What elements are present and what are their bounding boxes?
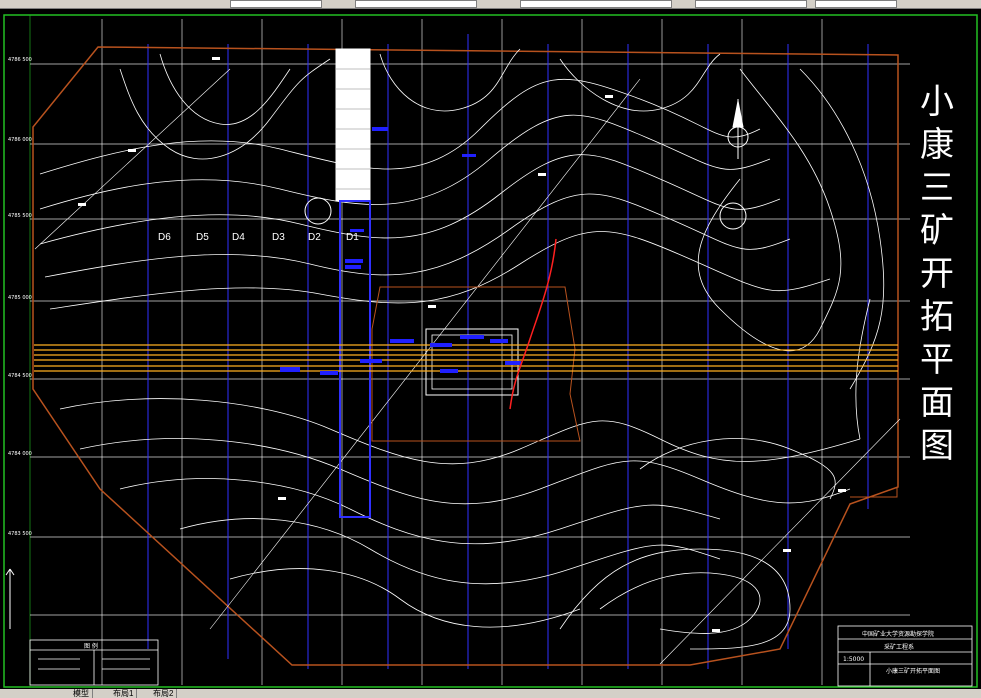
north-arrow-icon xyxy=(727,99,749,159)
y-coord-4: 4785 000 xyxy=(8,295,32,301)
toolbar xyxy=(0,0,981,9)
title-block-org: 中国矿业大学资源勘探学院 xyxy=(862,630,934,638)
seam-band xyxy=(34,344,898,372)
section-label-d1: D1 xyxy=(346,232,359,243)
title-char: 面 xyxy=(920,383,954,423)
y-coord-6: 4784 000 xyxy=(8,451,32,457)
fault-line xyxy=(509,238,557,410)
title-char: 开 xyxy=(920,254,954,294)
roadways xyxy=(280,127,521,375)
y-coord-2: 4786 000 xyxy=(8,137,32,143)
title-char: 康 xyxy=(920,125,954,165)
grid-horizontal xyxy=(30,63,910,616)
linetype-dropdown[interactable] xyxy=(520,0,672,8)
grid-vertical xyxy=(101,19,823,685)
plotstyle-dropdown[interactable] xyxy=(815,0,897,8)
shaft-symbol-icon xyxy=(304,197,747,230)
legend-title: 图 例 xyxy=(84,642,98,650)
y-coord-3: 4785 500 xyxy=(8,213,32,219)
section-label-d2: D2 xyxy=(308,232,321,243)
title-char: 三 xyxy=(920,168,954,208)
style-dropdown[interactable] xyxy=(355,0,477,8)
contour-lines xyxy=(39,48,885,650)
tab-model[interactable]: 模型 xyxy=(70,689,93,698)
layout-tabs: 模型 布局1 布局2 xyxy=(0,689,981,698)
title-char: 图 xyxy=(920,426,954,466)
section-label-d4: D4 xyxy=(232,232,245,243)
drawing-title: 小 康 三 矿 开 拓 平 面 图 xyxy=(914,81,960,468)
lineweight-dropdown[interactable] xyxy=(695,0,807,8)
ucs-icon xyxy=(5,568,15,629)
title-block-scale: 1:5000 xyxy=(843,656,864,663)
industrial-site xyxy=(371,286,581,442)
section-label-d5: D5 xyxy=(196,232,209,243)
title-char: 平 xyxy=(920,340,954,380)
drawing-canvas[interactable]: D6 D5 D4 D3 D2 D1 4786 500 4786 000 4785… xyxy=(0,9,981,689)
title-block-dept: 采矿工程系 xyxy=(884,643,914,651)
title-char: 拓 xyxy=(920,297,954,337)
drawing-frame xyxy=(3,14,978,688)
section-label-d3: D3 xyxy=(272,232,285,243)
title-block-name: 小康三矿开拓平面图 xyxy=(886,667,940,675)
title-char: 小 xyxy=(920,82,954,122)
layer-dropdown[interactable] xyxy=(230,0,322,8)
tab-layout1[interactable]: 布局1 xyxy=(110,689,138,698)
y-coord-7: 4783 500 xyxy=(8,531,32,537)
title-char: 矿 xyxy=(920,211,954,251)
y-coord-1: 4786 500 xyxy=(8,57,32,63)
cad-drawing[interactable]: D6 D5 D4 D3 D2 D1 4786 500 4786 000 4785… xyxy=(0,9,981,689)
coal-pillar-block xyxy=(335,48,371,202)
y-coord-5: 4784 500 xyxy=(8,373,32,379)
mine-boundary xyxy=(32,46,899,666)
section-label-d6: D6 xyxy=(158,232,171,243)
tab-layout2[interactable]: 布局2 xyxy=(150,689,178,698)
